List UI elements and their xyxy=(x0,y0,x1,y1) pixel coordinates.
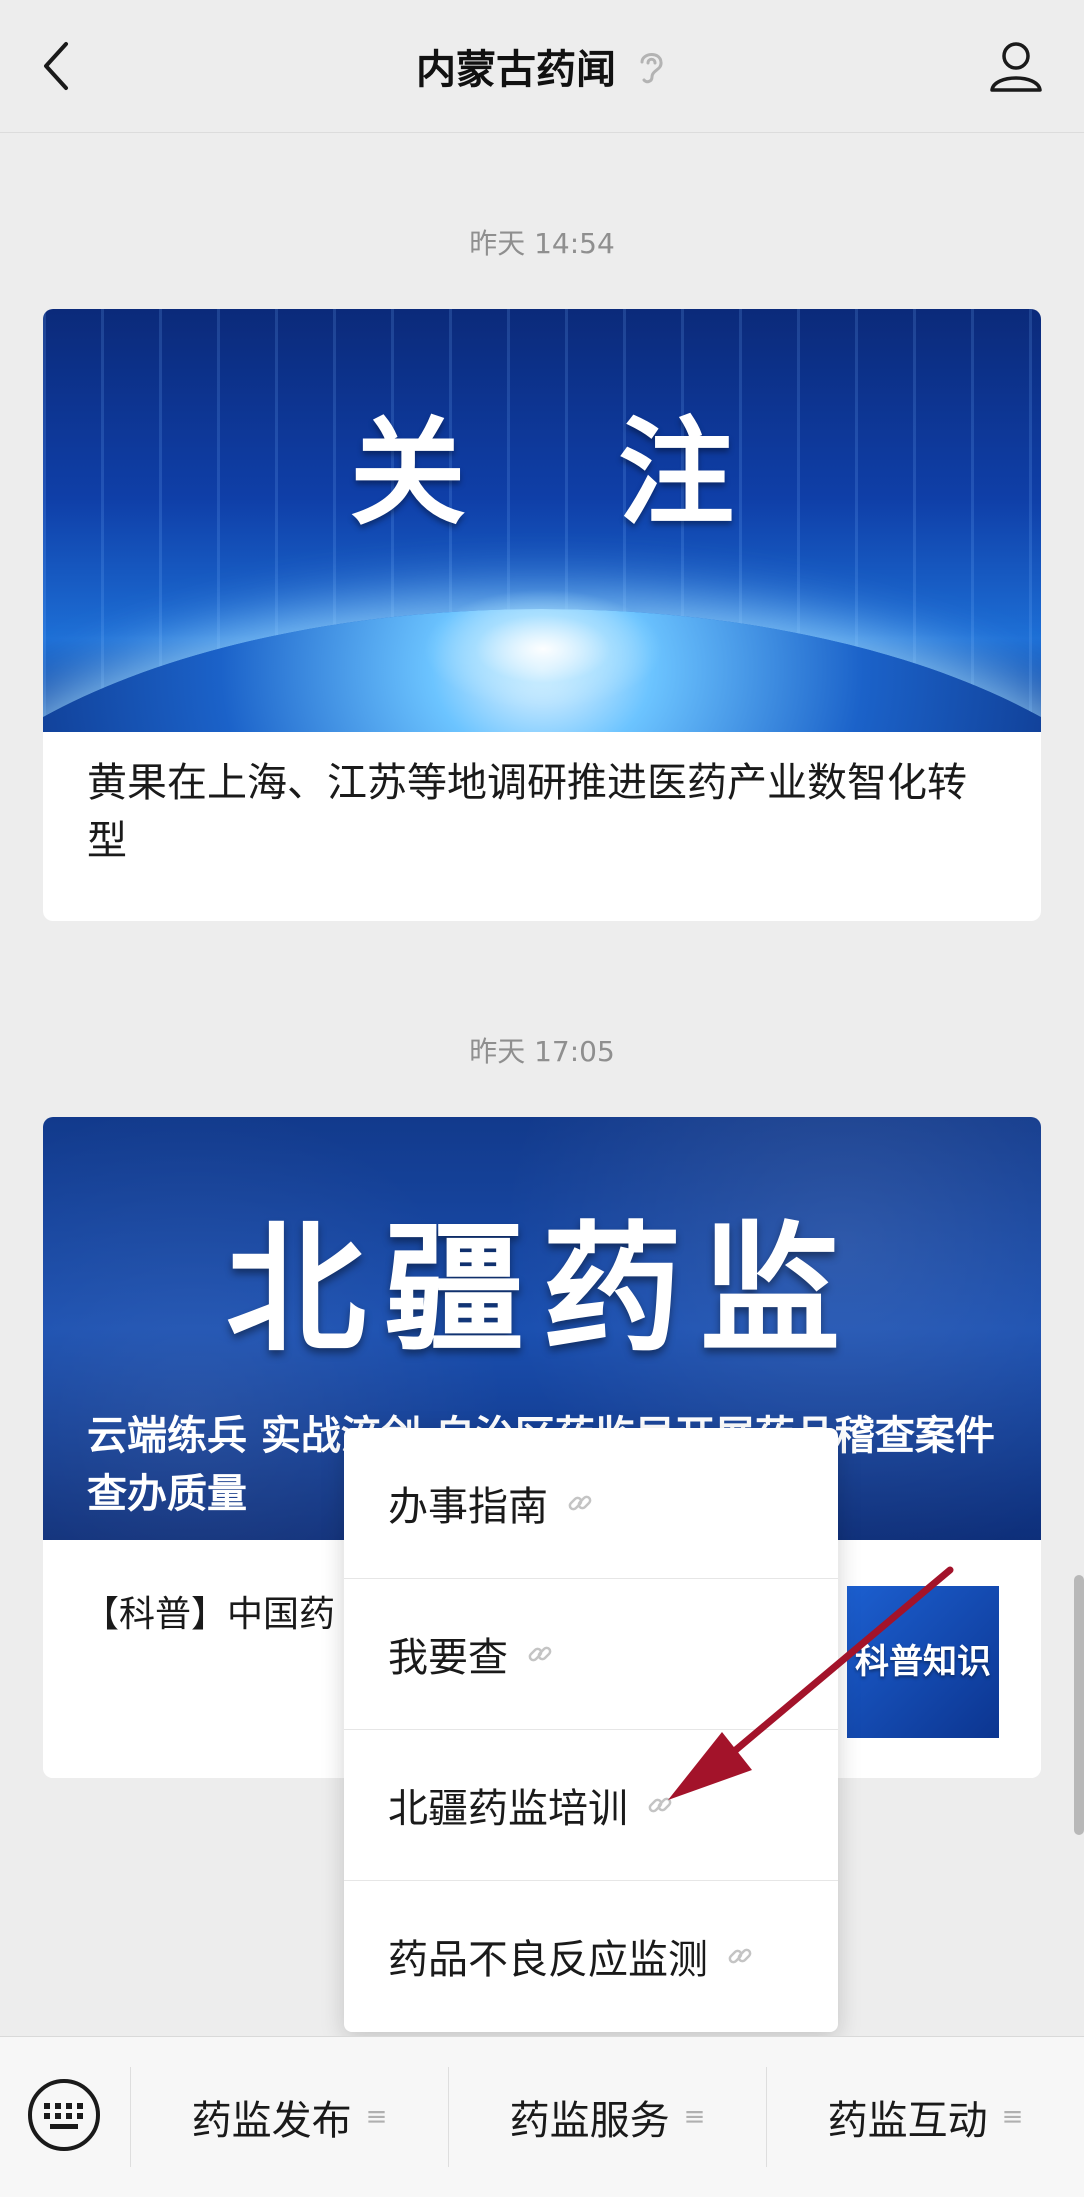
keyboard-toggle-button[interactable] xyxy=(26,2077,102,2153)
submenu-item-label: 我要查 xyxy=(388,1635,508,1681)
link-icon xyxy=(528,1646,552,1662)
article-card[interactable]: 关 注 黄果在上海、江苏等地调研推进医药产业数智化转型 xyxy=(43,309,1041,921)
article-title: 黄果在上海、江苏等地调研推进医药产业数智化转型 xyxy=(87,760,967,864)
menu-lines-icon: ≡ xyxy=(365,2102,388,2132)
chat-header: 内蒙古药闻 xyxy=(0,0,1084,133)
menu-tab-label: 药监发布 xyxy=(191,2098,352,2144)
page-title: 内蒙古药闻 xyxy=(416,47,616,93)
link-icon xyxy=(728,1948,752,1964)
profile-icon xyxy=(990,42,1042,92)
menu-lines-icon: ≡ xyxy=(1001,2102,1024,2132)
banner-heading: 关 注 xyxy=(349,405,791,541)
submenu-item-label: 北疆药监培训 xyxy=(388,1786,628,1832)
bottom-menu-bar: 药监发布 ≡ 药监服务 ≡ 药监互动 ≡ xyxy=(0,2036,1084,2197)
scrollbar[interactable] xyxy=(1074,1575,1084,1835)
menu-tab-label: 药监服务 xyxy=(509,2098,670,2144)
menu-lines-icon: ≡ xyxy=(683,2102,706,2132)
keyboard-icon xyxy=(28,2079,100,2151)
annotation-arrow xyxy=(668,1566,954,1800)
banner-heading: 北疆药监 xyxy=(225,1208,858,1372)
submenu-item-adverse-reaction[interactable]: 药品不良反应监测 xyxy=(344,1880,838,2031)
banner-glow-decoration xyxy=(423,589,663,709)
header-title-group: 内蒙古药闻 xyxy=(0,0,1084,132)
submenu-item-guide[interactable]: 办事指南 xyxy=(344,1428,838,1578)
ear-icon xyxy=(640,53,663,84)
link-icon xyxy=(568,1495,592,1511)
menu-tab-interact[interactable]: 药监互动 ≡ xyxy=(767,2037,1084,2197)
menu-tab-label: 药监互动 xyxy=(827,2098,988,2144)
submenu-item-label: 办事指南 xyxy=(388,1484,548,1530)
message-timestamp: 昨天 14:54 xyxy=(469,227,615,260)
menu-tab-service[interactable]: 药监服务 ≡ xyxy=(449,2037,766,2197)
message-timestamp: 昨天 17:05 xyxy=(469,1035,615,1068)
submenu-item-label: 药品不良反应监测 xyxy=(388,1937,708,1983)
menu-tab-publish[interactable]: 药监发布 ≡ xyxy=(131,2037,448,2197)
profile-button[interactable] xyxy=(986,36,1046,96)
article-banner-image: 关 注 xyxy=(43,309,1041,732)
